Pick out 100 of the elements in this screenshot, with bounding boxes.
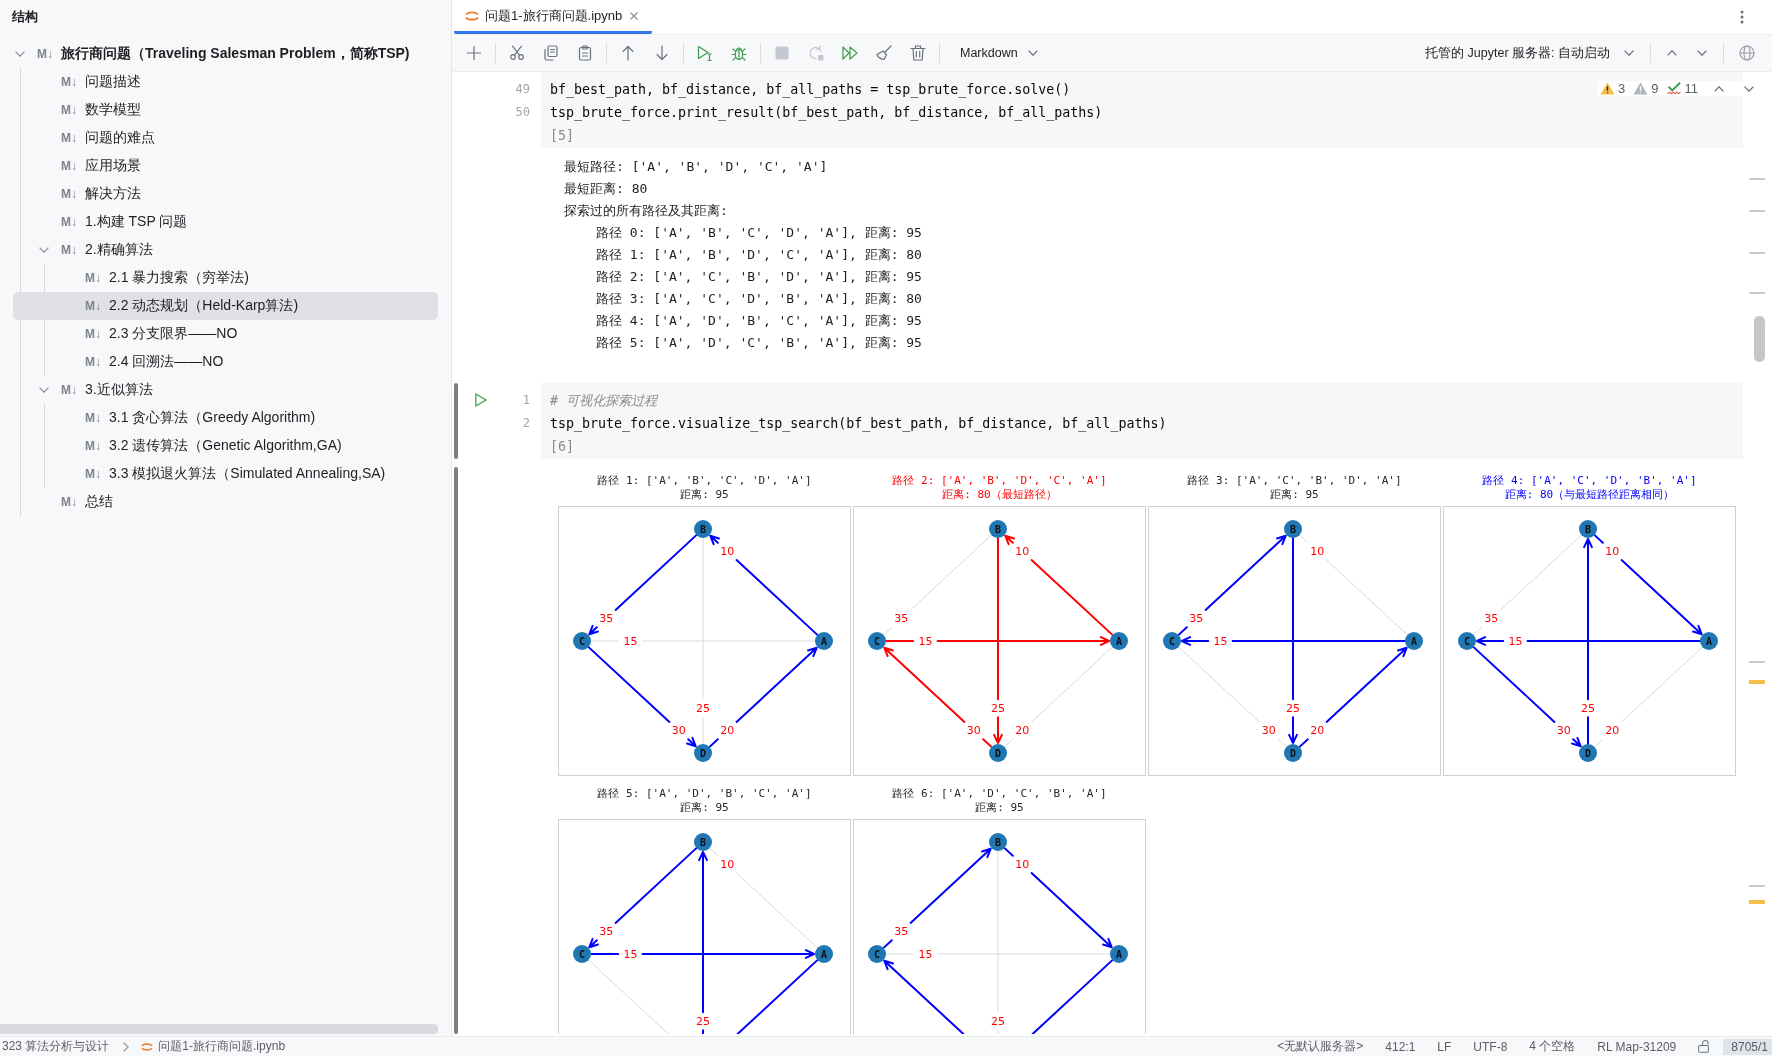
edge-weight-label: 30 xyxy=(1556,724,1571,738)
markdown-icon: M↓ xyxy=(85,467,105,481)
output-line: 最短路径: ['A', 'B', 'D', 'C', 'A'] xyxy=(564,159,828,174)
outline-item[interactable]: M↓ 总结 xyxy=(13,488,438,516)
edge-weight-label: 25 xyxy=(991,1014,1005,1028)
graph-node: D xyxy=(1579,744,1597,762)
edge-weight-label: 20 xyxy=(720,724,735,738)
status-item[interactable]: 4 个空格 xyxy=(1529,1038,1576,1055)
line-number: 49 xyxy=(515,82,530,96)
status-item[interactable]: LF xyxy=(1437,1039,1452,1054)
edge-weight-label: 25 xyxy=(696,701,710,715)
edge-weight-label: 15 xyxy=(918,947,933,961)
broom-icon xyxy=(876,45,892,61)
scrollbar-thumb[interactable] xyxy=(1754,316,1765,362)
outline-item[interactable]: M↓ 2.3 分支限界——NO xyxy=(13,320,438,348)
line-number: 1 xyxy=(522,393,530,407)
outline-item[interactable]: M↓ 2.4 回溯法——NO xyxy=(13,348,438,376)
edge-weight-label: 30 xyxy=(966,724,981,738)
output-line: 路径 4: ['A', 'D', 'B', 'C', 'A'], 距离: 95 xyxy=(596,313,922,328)
run-cell-button[interactable] xyxy=(473,392,489,410)
edge-weight-label: 20 xyxy=(1015,724,1030,738)
outline-item[interactable]: M↓ 应用场景 xyxy=(13,152,438,180)
plus-icon xyxy=(466,45,482,61)
edge-weight-label: 20 xyxy=(1310,724,1325,738)
memory-indicator[interactable]: 8705/1 xyxy=(1723,1038,1772,1055)
horizontal-scrollbar-thumb[interactable] xyxy=(0,1024,438,1034)
stop-icon xyxy=(774,45,790,61)
edge-weight-label: 10 xyxy=(1310,544,1325,558)
edge-weight-label: 15 xyxy=(623,947,638,961)
outline-item[interactable]: M↓ 2.2 动态规划（Held-Karp算法) xyxy=(13,292,438,320)
graph-node: D xyxy=(694,744,712,762)
outline-item[interactable]: M↓ 3.3 模拟退火算法（Simulated Annealing,SA) xyxy=(13,460,438,488)
edge-weight-label: 25 xyxy=(1581,701,1595,715)
graph-node: D xyxy=(989,744,1007,762)
graph-node: D xyxy=(1284,744,1302,762)
outline-item[interactable]: M↓ 解决方法 xyxy=(13,180,438,208)
globe-icon xyxy=(1739,45,1755,61)
warnings-button[interactable]: 3 xyxy=(1600,81,1626,96)
chevron-down-icon[interactable] xyxy=(15,51,25,57)
padlock-icon[interactable] xyxy=(1698,1040,1710,1053)
status-item[interactable]: 412:1 xyxy=(1385,1039,1416,1054)
checkmark-icon xyxy=(1666,82,1682,95)
server-dropdown[interactable]: 托管的 Jupyter 服务器: 自动启动 xyxy=(1419,39,1644,67)
graph-node: B xyxy=(1284,520,1302,538)
outline-item[interactable]: M↓ 问题的难点 xyxy=(13,124,438,152)
status-item[interactable]: UTF-8 xyxy=(1473,1039,1508,1054)
close-icon[interactable] xyxy=(630,11,639,20)
outline-item[interactable]: M↓ 数学模型 xyxy=(13,96,438,124)
breadcrumb[interactable]: 323 算法分析与设计 xyxy=(2,1038,110,1055)
breadcrumb[interactable]: 问题1-旅行商问题.ipynb xyxy=(158,1038,286,1055)
path-title: 路径 3: ['A', 'C', 'B', 'D', 'A'] xyxy=(1187,474,1402,487)
outline-item[interactable]: M↓ 问题描述 xyxy=(13,68,438,96)
outline-item[interactable]: M↓ 2.1 暴力搜索（穷举法) xyxy=(13,264,438,292)
weak-warnings-button[interactable]: 9 xyxy=(1633,81,1659,96)
outline-item[interactable]: M↓ 2.精确算法 xyxy=(13,236,438,264)
path-title: 路径 6: ['A', 'D', 'C', 'B', 'A'] xyxy=(892,787,1107,800)
chevron-up-icon xyxy=(1714,85,1724,92)
graph-node: A xyxy=(1110,632,1128,650)
distance-label: 距离: 95 xyxy=(975,801,1024,814)
output-line: 路径 1: ['A', 'B', 'D', 'C', 'A'], 距离: 80 xyxy=(596,247,922,262)
output-line: 探索过的所有路径及其距离: xyxy=(564,203,728,218)
notebook-icon xyxy=(141,1041,154,1052)
edge-weight-label: 25 xyxy=(696,1014,710,1028)
markdown-icon: M↓ xyxy=(85,355,105,369)
graph-node: C xyxy=(868,945,886,963)
line-number: 50 xyxy=(515,105,530,119)
caret-icon xyxy=(1027,50,1038,56)
markdown-icon: M↓ xyxy=(61,215,81,229)
chevron-down-icon[interactable] xyxy=(39,387,49,393)
graph-node: C xyxy=(1458,632,1476,650)
status-item[interactable]: RL Map-31209 xyxy=(1597,1039,1677,1054)
output-line: 路径 3: ['A', 'C', 'D', 'B', 'A'], 距离: 80 xyxy=(596,291,922,306)
cell-type-dropdown[interactable]: Markdown xyxy=(946,39,1044,67)
outline-item[interactable]: M↓ 3.2 遗传算法（Genetic Algorithm,GA) xyxy=(13,432,438,460)
typos-button[interactable]: 11 xyxy=(1666,81,1698,96)
markdown-icon: M↓ xyxy=(85,439,105,453)
graph-node: A xyxy=(815,632,833,650)
execution-count: [6] xyxy=(550,439,575,454)
markdown-icon: M↓ xyxy=(37,47,57,61)
outline-item[interactable]: M↓ 3.近似算法 xyxy=(13,376,438,404)
edge-weight-label: 35 xyxy=(599,612,614,626)
edge-weight-label: 15 xyxy=(1213,634,1228,648)
outline-item[interactable]: M↓ 旅行商问题（Traveling Salesman Problem，简称TSP) xyxy=(13,40,438,68)
code-cell[interactable]: # 可视化探索过程 tsp_brute_force.visualize_tsp_search(bf_best_path, bf_distance, bf_all_paths) [6] xyxy=(541,383,1743,459)
code-line: bf_best_path, bf_distance, bf_all_paths = tsp_brute_force.solve() xyxy=(550,82,1071,97)
chevron-up-icon xyxy=(1667,50,1677,56)
graph-node: C xyxy=(868,632,886,650)
output-line: 路径 5: ['A', 'D', 'C', 'B', 'A'], 距离: 95 xyxy=(596,335,922,350)
edge-weight-label: 10 xyxy=(720,544,735,558)
markdown-icon: M↓ xyxy=(85,271,105,285)
markdown-icon: M↓ xyxy=(85,327,105,341)
markdown-icon: M↓ xyxy=(61,159,81,173)
outline-item[interactable]: M↓ 1.构建 TSP 问题 xyxy=(13,208,438,236)
markdown-icon: M↓ xyxy=(61,131,81,145)
edge-weight-label: 15 xyxy=(623,634,638,648)
outline-item[interactable]: M↓ 3.1 贪心算法（Greedy Algorithm) xyxy=(13,404,438,432)
scroll-marker xyxy=(1749,178,1765,180)
status-item[interactable]: <无默认服务器> xyxy=(1277,1038,1364,1055)
warning-icon xyxy=(1600,82,1616,95)
chevron-down-icon[interactable] xyxy=(39,247,49,253)
